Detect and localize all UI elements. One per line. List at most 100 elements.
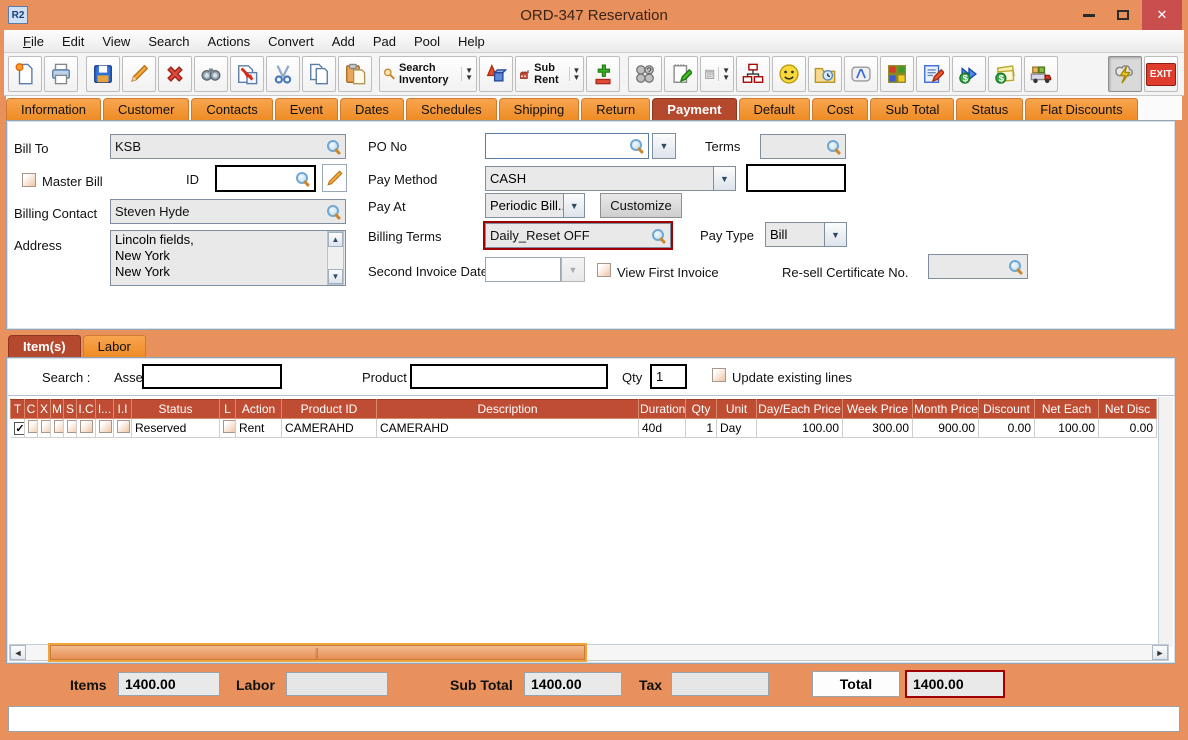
tab-customer[interactable]: Customer xyxy=(103,98,189,120)
pay-method-combo[interactable]: CASH▼ xyxy=(485,166,736,191)
row-net-disc[interactable]: 0.00 xyxy=(1099,419,1157,438)
col-description[interactable]: Description xyxy=(377,400,639,419)
col-discount[interactable]: Discount xyxy=(979,400,1035,419)
document-edit-button[interactable] xyxy=(916,56,950,92)
billing-contact-field[interactable]: Steven Hyde xyxy=(110,199,346,224)
col-qty[interactable]: Qty xyxy=(686,400,717,419)
col-c[interactable]: C xyxy=(25,400,38,419)
scroll-down-icon[interactable]: ▼ xyxy=(328,269,343,284)
row-week-price[interactable]: 300.00 xyxy=(843,419,913,438)
menu-file[interactable]: File xyxy=(14,32,53,51)
id-search-icon[interactable] xyxy=(296,172,310,186)
tab-cost[interactable]: Cost xyxy=(812,98,869,120)
calendar-button[interactable]: ▼▼ xyxy=(700,56,734,92)
asset-input[interactable] xyxy=(142,364,282,389)
menu-convert[interactable]: Convert xyxy=(259,32,323,51)
dollar-transfer-button[interactable]: $ xyxy=(952,56,986,92)
print-button[interactable] xyxy=(44,56,78,92)
new-document-button[interactable] xyxy=(8,56,42,92)
minimize-button[interactable] xyxy=(1074,3,1104,27)
tab-items[interactable]: Item(s) xyxy=(8,335,81,357)
product-input[interactable] xyxy=(410,364,608,389)
delete-button[interactable] xyxy=(158,56,192,92)
tab-dates[interactable]: Dates xyxy=(340,98,404,120)
row-x-checkbox[interactable] xyxy=(41,420,51,433)
row-description[interactable]: CAMERAHD xyxy=(377,419,639,438)
customize-button[interactable]: Customize xyxy=(600,193,682,218)
table-vertical-scrollbar[interactable] xyxy=(1158,397,1173,647)
col-net-disc[interactable]: Net Disc xyxy=(1099,400,1157,419)
tab-schedules[interactable]: Schedules xyxy=(406,98,497,120)
id-edit-button[interactable] xyxy=(322,164,347,192)
menu-edit[interactable]: Edit xyxy=(53,32,93,51)
resell-cert-search-icon[interactable] xyxy=(1009,260,1023,274)
col-x[interactable]: X xyxy=(38,400,51,419)
row-product-id[interactable]: CAMERAHD xyxy=(282,419,377,438)
pay-at-dropdown-icon[interactable]: ▼ xyxy=(563,194,584,217)
po-no-dropdown[interactable]: ▼ xyxy=(652,133,676,159)
col-action[interactable]: Action xyxy=(236,400,282,419)
notepad-edit-button[interactable] xyxy=(664,56,698,92)
sub-rent-dropdown-icon[interactable]: ▼▼ xyxy=(569,67,581,81)
hscroll-right-icon[interactable]: ► xyxy=(1152,645,1168,660)
second-invoice-date-dropdown[interactable]: ▼ xyxy=(561,257,585,282)
dollar-notes-button[interactable]: $ xyxy=(988,56,1022,92)
view-first-invoice-checkbox[interactable] xyxy=(597,263,611,277)
colored-cubes-button[interactable] xyxy=(880,56,914,92)
table-row[interactable]: ✓ Reserved Rent CAMERAHD CAMERAHD 40d 1 … xyxy=(11,419,1157,438)
tab-flat-discounts[interactable]: Flat Discounts xyxy=(1025,98,1137,120)
tab-contacts[interactable]: Contacts xyxy=(191,98,272,120)
row-ii-checkbox[interactable] xyxy=(117,420,130,433)
col-net-each[interactable]: Net Each xyxy=(1035,400,1099,419)
exit-button[interactable]: EXIT xyxy=(1144,56,1178,92)
tab-status[interactable]: Status xyxy=(956,98,1023,120)
sub-rent-button[interactable]: Sub Rent ▼▼ xyxy=(515,56,584,92)
tab-labor[interactable]: Labor xyxy=(83,335,146,357)
search-inventory-dropdown-icon[interactable]: ▼▼ xyxy=(461,67,473,81)
row-ic-checkbox[interactable] xyxy=(80,420,93,433)
menu-pad[interactable]: Pad xyxy=(364,32,405,51)
terms-search-icon[interactable] xyxy=(827,140,841,154)
billing-terms-field[interactable]: Daily_Reset OFF xyxy=(485,223,671,248)
delivery-truck-button[interactable] xyxy=(1024,56,1058,92)
group-query-button[interactable]: ? xyxy=(628,56,662,92)
id-field[interactable] xyxy=(215,165,316,192)
col-duration[interactable]: Duration xyxy=(639,400,686,419)
qty-input[interactable]: 1 xyxy=(650,364,687,389)
folder-history-button[interactable] xyxy=(808,56,842,92)
billing-contact-search-icon[interactable] xyxy=(327,205,341,219)
row-unit[interactable]: Day xyxy=(717,419,757,438)
tab-return[interactable]: Return xyxy=(581,98,650,120)
row-c-checkbox[interactable] xyxy=(28,420,38,433)
lightning-bolt-button[interactable] xyxy=(1108,56,1142,92)
col-month-price[interactable]: Month Price xyxy=(913,400,979,419)
calendar-dropdown-icon[interactable]: ▼▼ xyxy=(718,67,730,81)
copy-button[interactable] xyxy=(302,56,336,92)
row-qty[interactable]: 1 xyxy=(686,419,717,438)
row-duration[interactable]: 40d xyxy=(639,419,686,438)
pay-at-combo[interactable]: Periodic Bill...▼ xyxy=(485,193,585,218)
menu-search[interactable]: Search xyxy=(139,32,198,51)
pay-type-combo[interactable]: Bill▼ xyxy=(765,222,847,247)
tab-payment[interactable]: Payment xyxy=(652,98,736,120)
tab-sub-total[interactable]: Sub Total xyxy=(870,98,954,120)
tab-information[interactable]: Information xyxy=(6,98,101,120)
col-i1[interactable]: I... xyxy=(96,400,114,419)
smiley-feedback-button[interactable] xyxy=(772,56,806,92)
paste-button[interactable] xyxy=(338,56,372,92)
hscroll-track[interactable]: ║ xyxy=(26,645,1152,660)
table-horizontal-scrollbar[interactable]: ◄ ║ ► xyxy=(9,644,1169,661)
pay-method-extra-field[interactable] xyxy=(746,164,846,192)
row-net-each[interactable]: 100.00 xyxy=(1035,419,1099,438)
menu-help[interactable]: Help xyxy=(449,32,494,51)
tab-event[interactable]: Event xyxy=(275,98,338,120)
hscroll-thumb[interactable]: ║ xyxy=(50,645,585,660)
col-m[interactable]: M xyxy=(51,400,64,419)
po-no-search-icon[interactable] xyxy=(630,139,644,153)
resell-cert-field[interactable] xyxy=(928,254,1028,279)
row-i1-checkbox[interactable] xyxy=(99,420,112,433)
row-status[interactable]: Reserved xyxy=(132,419,220,438)
master-bill-checkbox[interactable] xyxy=(22,173,36,187)
row-month-price[interactable]: 900.00 xyxy=(913,419,979,438)
col-day-each-price[interactable]: Day/Each Price xyxy=(757,400,843,419)
